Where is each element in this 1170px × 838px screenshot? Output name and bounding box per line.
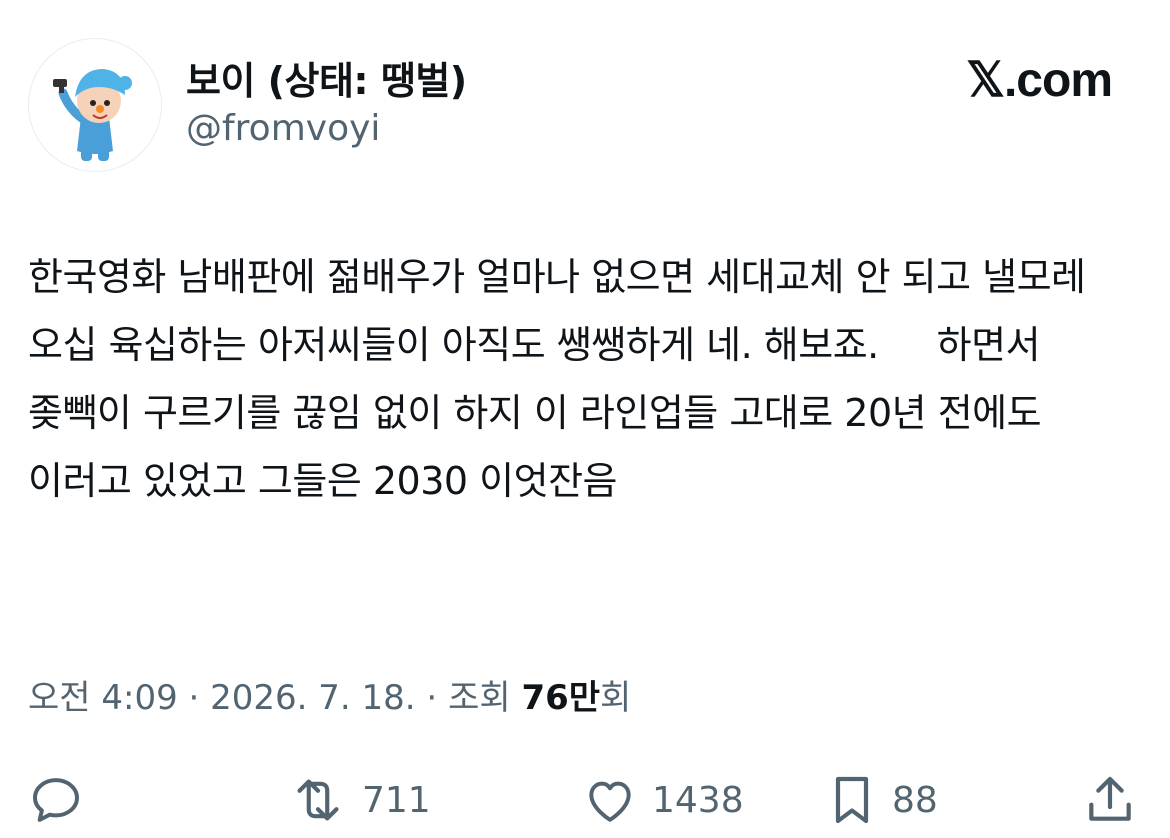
meta-separator: ·	[415, 678, 449, 718]
action-bar: 711 1438 88	[0, 760, 1170, 838]
x-brand-logo: 𝕏.com	[966, 54, 1113, 107]
post-time[interactable]: 오전 4:09	[28, 678, 178, 718]
retweet-count: 711	[362, 779, 431, 821]
meta-separator: ·	[177, 678, 211, 718]
views-count: 76만	[521, 678, 601, 718]
like-count: 1438	[652, 779, 744, 821]
post-text: 한국영화 남배판에 젊배우가 얼마나 없으면 세대교체 안 되고 낼모레 오십 …	[28, 255, 1098, 503]
post-meta: 오전 4:09 · 2026. 7. 18. · 조회 76만회	[28, 670, 631, 719]
reply-button[interactable]	[28, 770, 84, 830]
heart-icon	[589, 781, 631, 822]
retweet-button[interactable]: 711	[288, 770, 431, 830]
post-date[interactable]: 2026. 7. 18.	[210, 678, 415, 718]
display-name[interactable]: 보이 (상태: 땡벌)	[186, 50, 467, 105]
views-prefix: 조회	[448, 678, 522, 718]
reply-icon	[33, 778, 79, 822]
retweet-icon	[297, 779, 339, 821]
share-button[interactable]	[1084, 770, 1136, 830]
bookmark-button[interactable]: 88	[826, 770, 938, 830]
share-icon	[1089, 776, 1131, 821]
avatar[interactable]	[28, 38, 162, 172]
bookmark-icon	[835, 776, 869, 824]
bookmark-count: 88	[892, 779, 938, 821]
views-suffix: 회	[600, 678, 632, 718]
like-button[interactable]: 1438	[582, 770, 744, 830]
user-handle[interactable]: @fromvoyi	[186, 108, 380, 149]
pocoyo-avatar-icon	[53, 69, 132, 161]
